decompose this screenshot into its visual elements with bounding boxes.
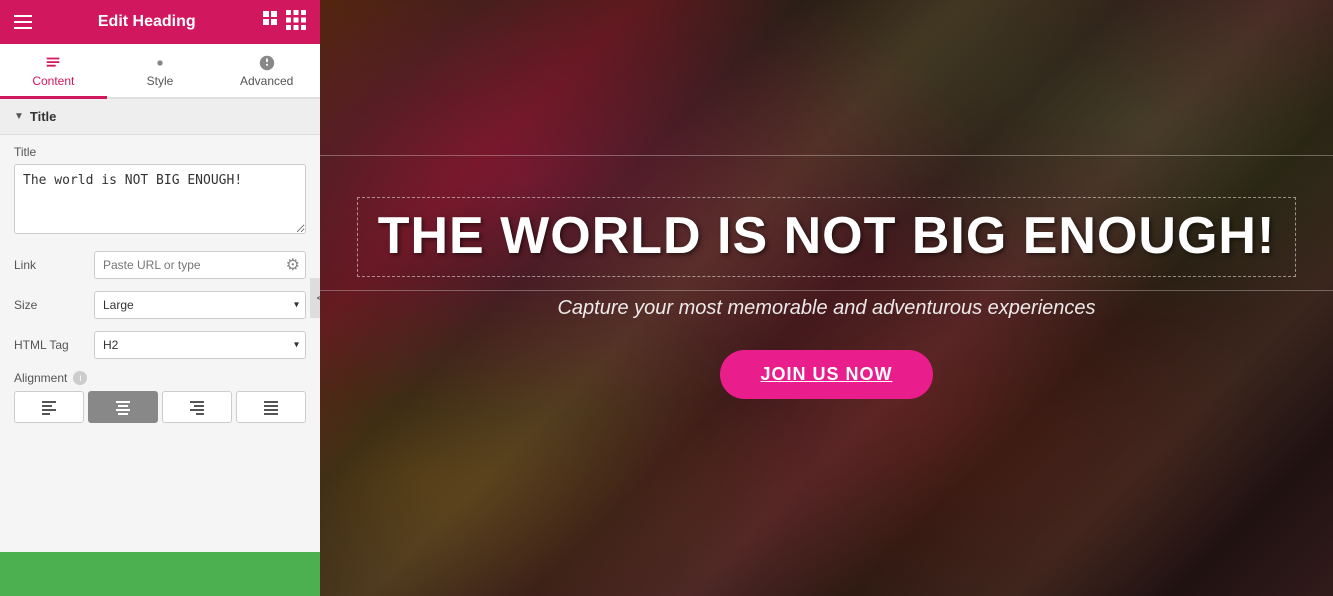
- link-field-row: Link ⚙: [0, 245, 320, 285]
- align-right-button[interactable]: [162, 391, 232, 423]
- preview-join-button[interactable]: JOIN US NOW: [720, 350, 932, 399]
- title-textarea[interactable]: The world is NOT BIG ENOUGH!: [14, 164, 306, 234]
- size-field-row: Size Large Small Medium XL XXL ▾: [0, 285, 320, 325]
- size-select-wrapper: Large Small Medium XL XXL ▾: [94, 291, 306, 319]
- preview-subtitle: Capture your most memorable and adventur…: [557, 297, 1095, 320]
- panel-body: ▼ Title Title The world is NOT BIG ENOUG…: [0, 99, 320, 596]
- link-label: Link: [14, 258, 94, 272]
- title-field-label: Title: [14, 145, 306, 159]
- title-field-group: Title The world is NOT BIG ENOUGH!: [0, 135, 320, 245]
- section-title-heading[interactable]: ▼ Title: [0, 99, 320, 135]
- link-input-wrapper: ⚙: [94, 251, 306, 279]
- panel-collapse-handle[interactable]: [310, 278, 320, 318]
- html-tag-select-wrapper: H2 H1 H3 H4 H5 H6 div span p ▾: [94, 331, 306, 359]
- link-input[interactable]: [94, 251, 306, 279]
- alignment-info-icon[interactable]: i: [73, 371, 87, 385]
- align-left-button[interactable]: [14, 391, 84, 423]
- section-arrow-icon: ▼: [14, 111, 24, 122]
- panel-title: Edit Heading: [98, 13, 196, 31]
- alignment-buttons: [14, 391, 306, 423]
- bottom-bar: [0, 552, 320, 596]
- section-title-label: Title: [30, 109, 57, 124]
- alignment-row: Alignment i: [0, 365, 320, 429]
- panel-header: Edit Heading: [0, 0, 320, 44]
- size-label: Size: [14, 298, 94, 312]
- tab-content[interactable]: Content: [0, 44, 107, 99]
- size-select[interactable]: Large Small Medium XL XXL: [94, 291, 306, 319]
- right-panel: THE WORLD IS NOT BIG ENOUGH! Capture you…: [320, 0, 1333, 596]
- tab-content-label: Content: [32, 74, 74, 88]
- html-tag-select[interactable]: H2 H1 H3 H4 H5 H6 div span p: [94, 331, 306, 359]
- tab-style-label: Style: [147, 74, 174, 88]
- grid-icon[interactable]: [262, 10, 306, 35]
- html-tag-label: HTML Tag: [14, 338, 94, 352]
- hamburger-menu-icon[interactable]: [14, 15, 32, 29]
- link-settings-icon[interactable]: ⚙: [286, 255, 300, 275]
- preview-content: THE WORLD IS NOT BIG ENOUGH! Capture you…: [320, 0, 1333, 596]
- align-center-button[interactable]: [88, 391, 158, 423]
- left-panel: Edit Heading Content: [0, 0, 320, 596]
- panel-tabs: Content Style Advanced: [0, 44, 320, 99]
- tab-style[interactable]: Style: [107, 44, 214, 99]
- alignment-label: Alignment: [14, 371, 67, 385]
- tab-advanced-label: Advanced: [240, 74, 293, 88]
- align-justify-button[interactable]: [236, 391, 306, 423]
- html-tag-field-row: HTML Tag H2 H1 H3 H4 H5 H6 div span p ▾: [0, 325, 320, 365]
- tab-advanced[interactable]: Advanced: [213, 44, 320, 99]
- preview-heading-box: THE WORLD IS NOT BIG ENOUGH!: [357, 197, 1297, 276]
- preview-heading: THE WORLD IS NOT BIG ENOUGH!: [378, 208, 1276, 265]
